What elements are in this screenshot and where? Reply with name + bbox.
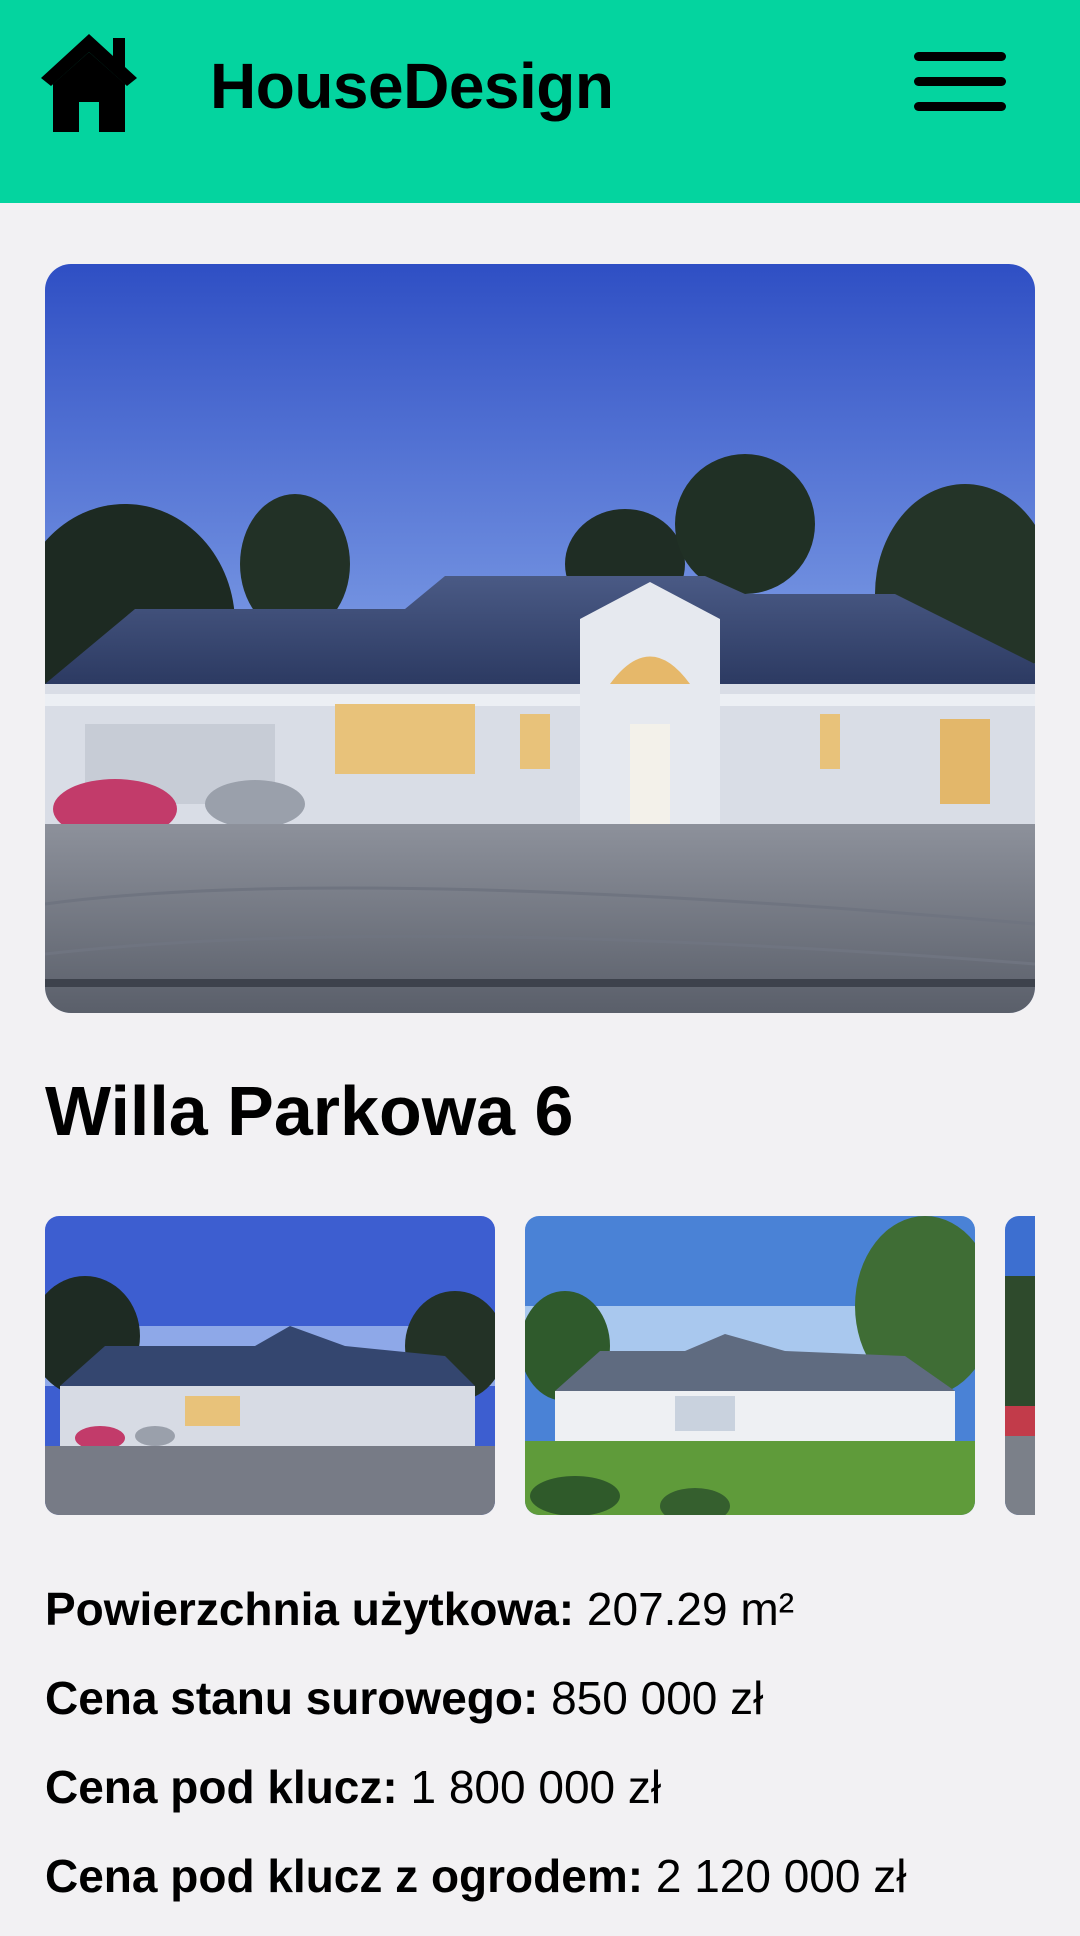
thumbnail-night-render-image xyxy=(45,1216,495,1515)
detail-turnkey-price: Cena pod klucz: 1 800 000 zł xyxy=(45,1758,1035,1847)
app-header: HouseDesign xyxy=(0,0,1080,203)
detail-usable-area: Powierzchnia użytkowa: 207.29 m² xyxy=(45,1580,1035,1669)
gallery-thumbnail[interactable] xyxy=(525,1216,975,1515)
detail-label: Cena pod klucz z ogrodem: xyxy=(45,1850,656,1902)
house-details: Powierzchnia użytkowa: 207.29 m² Cena st… xyxy=(45,1580,1035,1936)
app-title[interactable]: HouseDesign xyxy=(210,46,614,126)
house-night-render-image xyxy=(45,264,1035,1013)
detail-label: Cena stanu surowego: xyxy=(45,1672,552,1724)
thumbnail-day-render-image xyxy=(525,1216,975,1515)
house-title: Willa Parkowa 6 xyxy=(45,1072,574,1150)
detail-label: Cena pod klucz: xyxy=(45,1761,411,1813)
detail-value: 850 000 zł xyxy=(551,1672,764,1724)
detail-shell-price: Cena stanu surowego: 850 000 zł xyxy=(45,1669,1035,1758)
detail-value: 207.29 m² xyxy=(586,1583,795,1635)
detail-value: 1 800 000 zł xyxy=(410,1761,662,1813)
detail-value: 2 120 000 zł xyxy=(655,1850,907,1902)
gallery-thumbnail[interactable] xyxy=(45,1216,495,1515)
detail-turnkey-garden-price: Cena pod klucz z ogrodem: 2 120 000 zł xyxy=(45,1847,1035,1936)
detail-label: Powierzchnia użytkowa: xyxy=(45,1583,587,1635)
hamburger-menu-icon[interactable] xyxy=(914,50,1006,114)
thumbnail-partial-image xyxy=(1005,1216,1035,1515)
home-icon[interactable] xyxy=(33,28,146,136)
house-main-image[interactable] xyxy=(45,264,1035,1013)
gallery-thumbnail-partial[interactable] xyxy=(1005,1216,1035,1515)
